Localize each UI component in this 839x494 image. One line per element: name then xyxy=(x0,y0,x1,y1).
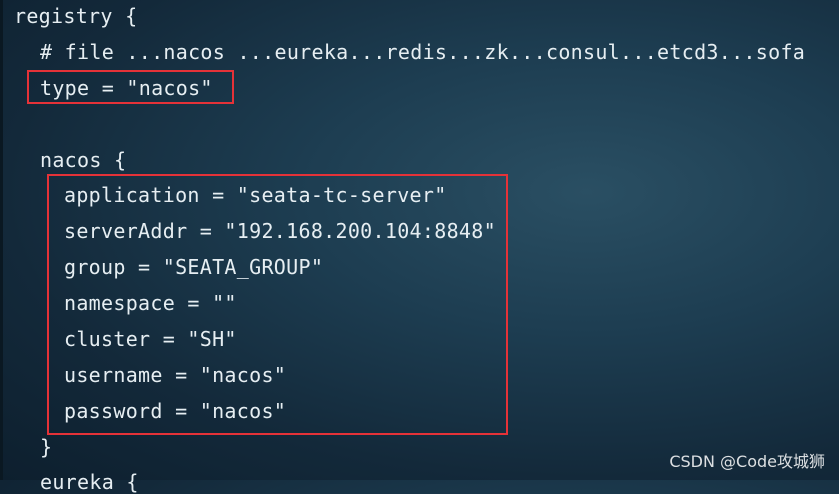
code-line-eureka-open: eureka { xyxy=(40,470,139,494)
code-editor: registry { # file ...nacos ...eureka...r… xyxy=(0,0,839,494)
code-line-nacos-open: nacos { xyxy=(40,148,127,172)
code-line-namespace: namespace = "" xyxy=(64,291,237,315)
code-line-password: password = "nacos" xyxy=(64,399,287,423)
watermark: CSDN @Code攻城狮 xyxy=(669,452,825,471)
code-line-registry-open: registry { xyxy=(14,4,138,28)
left-edge-border xyxy=(0,0,3,480)
code-line-comment: # file ...nacos ...eureka...redis...zk..… xyxy=(40,40,806,64)
code-line-group: group = "SEATA_GROUP" xyxy=(64,255,324,279)
code-line-server-addr: serverAddr = "192.168.200.104:8848" xyxy=(64,219,496,243)
code-line-type: type = "nacos" xyxy=(40,76,213,100)
code-line-application: application = "seata-tc-server" xyxy=(64,183,447,207)
code-line-username: username = "nacos" xyxy=(64,363,287,387)
code-line-cluster: cluster = "SH" xyxy=(64,327,237,351)
code-line-nacos-close: } xyxy=(40,435,53,459)
